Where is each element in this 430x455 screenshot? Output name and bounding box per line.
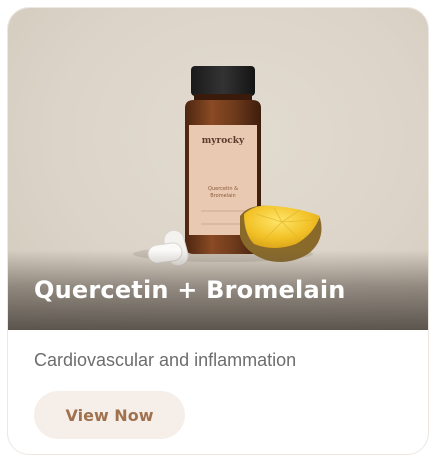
product-title: Quercetin + Bromelain bbox=[34, 276, 346, 304]
bottle-label-line1: Quercetin & bbox=[208, 186, 238, 192]
bottle-label-line2: Bromelain bbox=[210, 193, 235, 199]
product-card[interactable]: myrocky Quercetin & Bromelain Quercetin … bbox=[7, 7, 429, 455]
product-description: Cardiovascular and inflammation bbox=[34, 350, 297, 370]
view-now-button[interactable]: View Now bbox=[34, 391, 185, 439]
bottle-brand-text: myrocky bbox=[202, 136, 245, 146]
product-hero-image: myrocky Quercetin & Bromelain Quercetin … bbox=[8, 8, 428, 330]
